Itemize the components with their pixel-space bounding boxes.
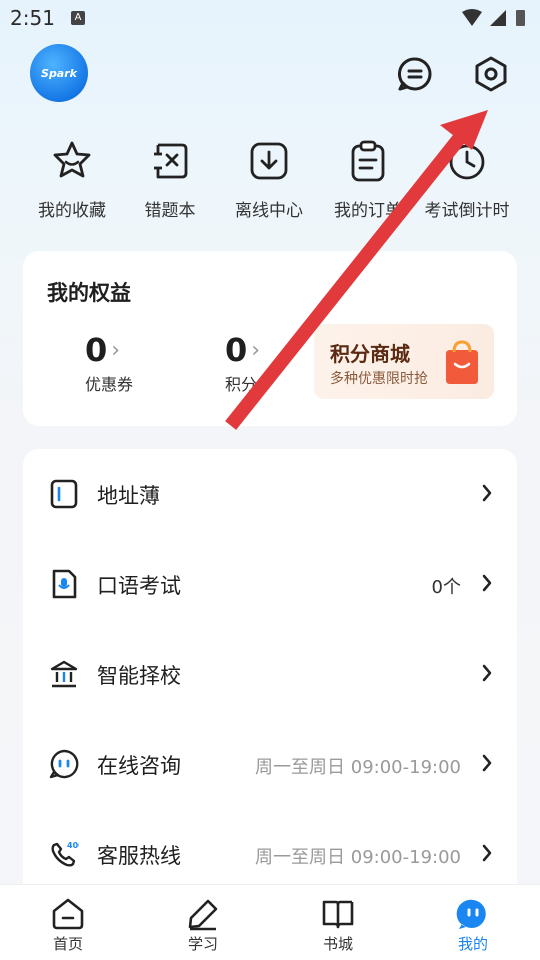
menu-oral-exam[interactable]: 口语考试 0个: [23, 539, 517, 629]
tab-label: 学习: [187, 935, 218, 953]
menu-label: 客服热线: [97, 844, 181, 868]
tab-label: 我的: [457, 935, 488, 953]
menu-address-book[interactable]: 地址薄: [23, 449, 517, 539]
clock-icon: [449, 144, 485, 180]
hotline-hours: 周一至周日 09:00-19:00: [255, 847, 461, 868]
points-count: 0: [225, 331, 248, 369]
menu-school-select[interactable]: 智能择校: [23, 629, 517, 719]
menu-label: 在线咨询: [97, 754, 181, 778]
status-bar: 2:51 A: [0, 0, 540, 36]
consult-hours: 周一至周日 09:00-19:00: [255, 757, 461, 778]
quick-label: 我的订单: [334, 201, 402, 221]
quick-label: 错题本: [144, 201, 196, 221]
notification-icon: A: [71, 11, 85, 25]
points-stat[interactable]: 0 › 积分: [225, 331, 315, 395]
avatar-logo-text: Spark: [41, 66, 77, 80]
settings-icon[interactable]: [473, 56, 509, 92]
chevron-right-icon: [482, 484, 492, 502]
message-icon[interactable]: [397, 56, 433, 92]
oral-exam-count: 0个: [431, 577, 461, 598]
pencil-icon: [188, 899, 218, 931]
quick-orders[interactable]: 我的订单: [318, 140, 418, 221]
quick-wrong-book[interactable]: 错题本: [120, 140, 220, 221]
wrong-book-icon: [154, 143, 188, 179]
phone-icon: 400: [51, 841, 79, 867]
status-icons: [462, 9, 525, 26]
home-icon: [52, 898, 84, 930]
menu-label: 地址薄: [97, 484, 160, 508]
menu-online-consult[interactable]: 在线咨询 周一至周日 09:00-19:00: [23, 719, 517, 809]
chevron-right-icon: [482, 574, 492, 592]
chat-icon: [49, 749, 79, 779]
quick-label: 考试倒计时: [424, 201, 510, 221]
menu-list: 地址薄 口语考试 0个 智能择校 在线咨询 周一至周日 09:00-19:00: [23, 449, 517, 909]
coupons-stat[interactable]: 0 › 优惠券: [85, 331, 175, 395]
quick-offline[interactable]: 离线中心: [219, 140, 319, 221]
benefits-title: 我的权益: [47, 281, 131, 305]
signal-icon: [490, 10, 506, 26]
quick-favorites[interactable]: 我的收藏: [22, 140, 122, 221]
address-book-icon: [50, 479, 78, 509]
avatar[interactable]: Spark: [30, 44, 88, 102]
svg-text:400: 400: [67, 841, 79, 850]
benefits-card: 我的权益 0 › 优惠券 0 › 积分 积分商城 多种优惠限时抢: [23, 251, 517, 426]
star-icon: [53, 141, 91, 178]
chevron-right-icon: [482, 844, 492, 862]
mall-subtitle: 多种优惠限时抢: [330, 371, 428, 387]
tab-study[interactable]: 学习: [153, 885, 253, 960]
coupons-count: 0: [85, 331, 108, 369]
chevron-right-icon: [482, 664, 492, 682]
book-icon: [322, 900, 354, 929]
status-time: 2:51: [10, 6, 55, 30]
clipboard-icon: [351, 140, 385, 182]
menu-label: 智能择校: [97, 664, 181, 688]
chevron-right-icon: ›: [251, 338, 261, 363]
tab-label: 书城: [322, 935, 353, 953]
shopping-bag-icon: [446, 340, 478, 384]
tab-home[interactable]: 首页: [18, 885, 118, 960]
quick-actions: 我的收藏 错题本 离线中心 我的订单 考试倒计时: [0, 140, 540, 230]
school-icon: [50, 660, 78, 688]
chevron-right-icon: [482, 754, 492, 772]
tab-mine[interactable]: 我的: [423, 885, 523, 960]
quick-countdown[interactable]: 考试倒计时: [417, 140, 517, 221]
points-mall-banner[interactable]: 积分商城 多种优惠限时抢: [314, 324, 494, 399]
menu-label: 口语考试: [97, 574, 181, 598]
battery-icon: [516, 10, 525, 26]
wifi-icon: [462, 9, 482, 26]
bottom-tab-bar: 首页 学习 书城 我的: [0, 884, 540, 960]
chevron-right-icon: ›: [111, 338, 121, 363]
points-label: 积分: [225, 375, 258, 394]
profile-icon: [456, 899, 486, 929]
quick-label: 离线中心: [235, 201, 303, 221]
coupons-label: 优惠券: [85, 375, 134, 394]
tab-label: 首页: [52, 935, 83, 953]
download-icon: [250, 142, 288, 180]
oral-exam-icon: [52, 569, 77, 599]
mall-title: 积分商城: [330, 342, 410, 366]
header: Spark: [0, 44, 540, 104]
tab-bookstore[interactable]: 书城: [288, 885, 388, 960]
quick-label: 我的收藏: [38, 201, 106, 221]
